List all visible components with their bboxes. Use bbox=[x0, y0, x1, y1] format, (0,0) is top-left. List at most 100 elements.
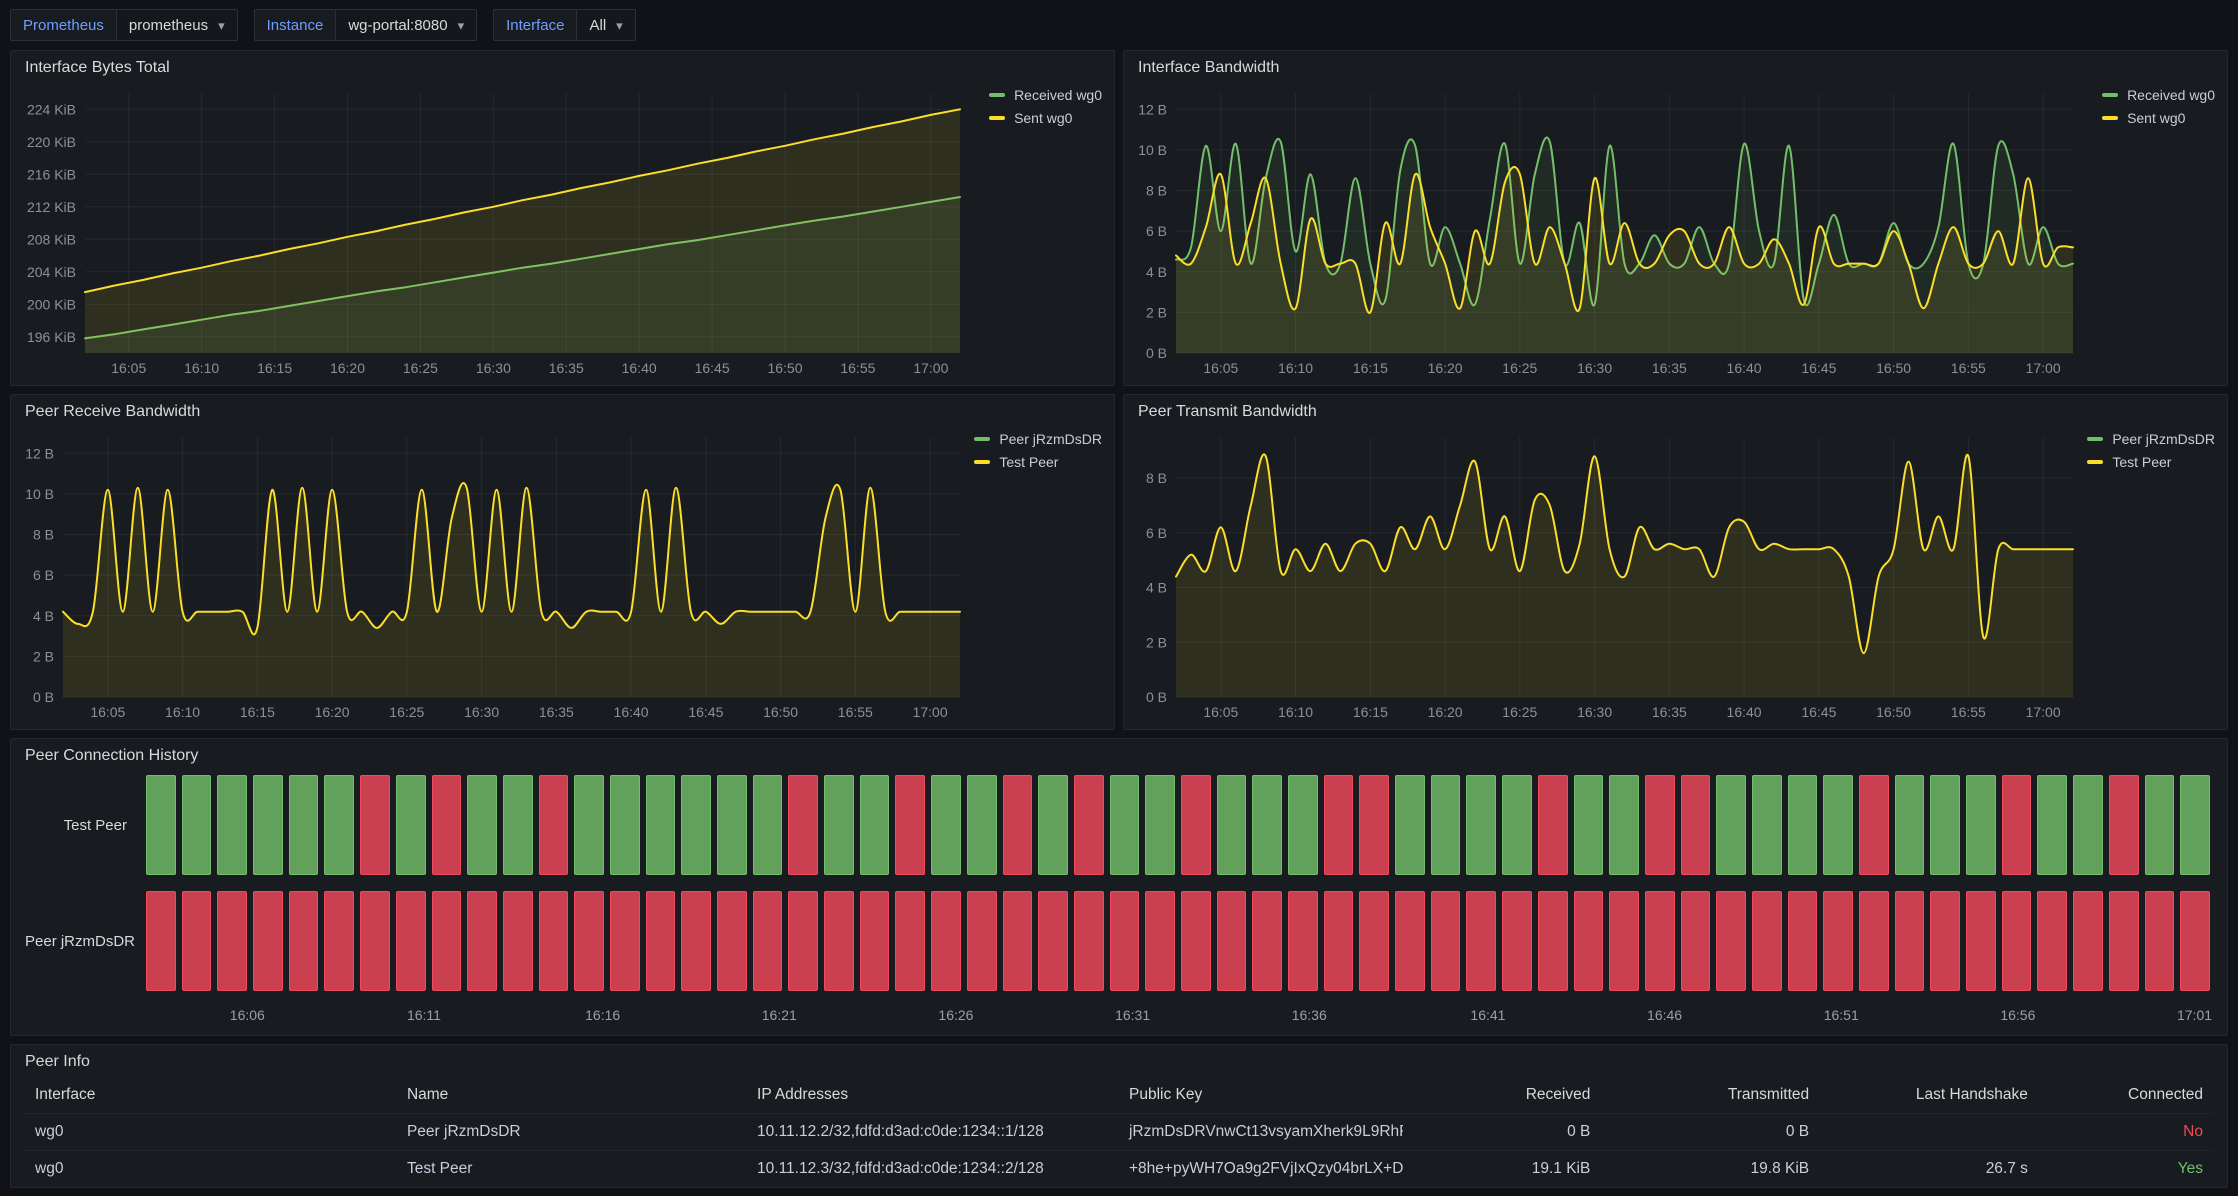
column-header-public-key[interactable]: Public Key bbox=[1119, 1077, 1403, 1114]
legend-item-test-peer[interactable]: Test Peer bbox=[2087, 454, 2215, 470]
state-down-bar bbox=[2037, 891, 2067, 991]
timeline-row: Test Peer bbox=[25, 775, 2213, 875]
column-header-name[interactable]: Name bbox=[397, 1077, 747, 1114]
y-axis-tick-label: 8 B bbox=[1146, 183, 1167, 199]
chevron-down-icon: ▾ bbox=[458, 19, 465, 32]
state-up-bar bbox=[146, 775, 176, 875]
panel-title[interactable]: Peer Info bbox=[11, 1045, 2227, 1075]
chart-svg: 196 KiB200 KiB204 KiB208 KiB212 KiB216 K… bbox=[17, 83, 964, 381]
x-axis-tick-label: 16:55 bbox=[838, 704, 873, 720]
state-down-bar bbox=[1074, 891, 1104, 991]
chart-plot-area[interactable]: 0 B2 B4 B6 B8 B16:0516:1016:1516:2016:25… bbox=[1130, 427, 2077, 725]
state-up-bar bbox=[753, 775, 783, 875]
x-axis-tick-label: 16:45 bbox=[695, 360, 730, 376]
cell-transmitted: 0 B bbox=[1600, 1114, 1819, 1151]
timeline-axis-tick: 16:46 bbox=[1647, 1007, 1682, 1023]
x-axis-tick-label: 16:30 bbox=[476, 360, 511, 376]
x-axis-tick-label: 16:40 bbox=[1727, 360, 1762, 376]
panel-title[interactable]: Peer Connection History bbox=[11, 739, 2227, 769]
legend-item-test-peer[interactable]: Test Peer bbox=[974, 454, 1102, 470]
state-down-bar bbox=[574, 891, 604, 991]
state-timeline[interactable]: Test PeerPeer jRzmDsDR 16:0616:1116:1616… bbox=[11, 769, 2227, 1027]
chart-legend: Received wg0 Sent wg0 bbox=[989, 87, 1102, 126]
column-header-ip-addresses[interactable]: IP Addresses bbox=[747, 1077, 1119, 1114]
state-up-bar bbox=[2145, 775, 2175, 875]
state-down-bar bbox=[324, 891, 354, 991]
state-up-bar bbox=[1038, 775, 1068, 875]
chart-svg: 0 B2 B4 B6 B8 B10 B12 B16:0516:1016:1516… bbox=[1130, 83, 2077, 381]
state-up-bar bbox=[824, 775, 854, 875]
var-prometheus-datasource: Prometheus prometheus ▾ bbox=[10, 9, 238, 41]
panel-title[interactable]: Interface Bandwidth bbox=[1124, 51, 2227, 81]
x-axis-tick-label: 16:50 bbox=[1876, 360, 1911, 376]
x-axis-tick-label: 16:55 bbox=[1951, 360, 1986, 376]
legend-item-received-wg0[interactable]: Received wg0 bbox=[989, 87, 1102, 103]
x-axis-tick-label: 16:10 bbox=[1278, 704, 1313, 720]
panel-title[interactable]: Peer Receive Bandwidth bbox=[11, 395, 1114, 425]
state-up-bar bbox=[1609, 775, 1639, 875]
state-down-bar bbox=[2180, 891, 2210, 991]
state-down-bar bbox=[1252, 891, 1282, 991]
chart-svg: 0 B2 B4 B6 B8 B10 B12 B16:0516:1016:1516… bbox=[17, 427, 964, 725]
panel-title[interactable]: Interface Bytes Total bbox=[11, 51, 1114, 81]
state-down-bar bbox=[1181, 891, 1211, 991]
legend-item-peer-jrzmdsdr[interactable]: Peer jRzmDsDR bbox=[974, 431, 1102, 447]
legend-item-sent-wg0[interactable]: Sent wg0 bbox=[2102, 110, 2215, 126]
x-axis-tick-label: 16:05 bbox=[1203, 704, 1238, 720]
var-value-dropdown[interactable]: wg-portal:8080 ▾ bbox=[335, 9, 477, 41]
chart-plot-area[interactable]: 196 KiB200 KiB204 KiB208 KiB212 KiB216 K… bbox=[17, 83, 964, 381]
state-down-bar bbox=[539, 775, 569, 875]
x-axis-tick-label: 17:00 bbox=[2026, 704, 2061, 720]
x-axis-tick-label: 16:20 bbox=[1428, 704, 1463, 720]
column-header-transmitted[interactable]: Transmitted bbox=[1600, 1077, 1819, 1114]
state-down-bar bbox=[432, 891, 462, 991]
state-down-bar bbox=[788, 775, 818, 875]
legend-item-peer-jrzmdsdr[interactable]: Peer jRzmDsDR bbox=[2087, 431, 2215, 447]
state-down-bar bbox=[2109, 775, 2139, 875]
y-axis-tick-label: 4 B bbox=[33, 608, 54, 624]
grafana-dashboard: Prometheus prometheus ▾ Instance wg-port… bbox=[0, 0, 2238, 1196]
chart-plot-area[interactable]: 0 B2 B4 B6 B8 B10 B12 B16:0516:1016:1516… bbox=[1130, 83, 2077, 381]
state-down-bar bbox=[253, 891, 283, 991]
legend-swatch-icon bbox=[989, 116, 1005, 120]
peer-info-table-wrap: InterfaceNameIP AddressesPublic KeyRecei… bbox=[11, 1075, 2227, 1187]
state-down-bar bbox=[1324, 891, 1354, 991]
x-axis-tick-label: 16:30 bbox=[1577, 360, 1612, 376]
column-header-received[interactable]: Received bbox=[1403, 1077, 1600, 1114]
cell-last-handshake bbox=[1819, 1114, 2038, 1151]
state-down-bar bbox=[1859, 775, 1889, 875]
panel-interface-bandwidth: Interface Bandwidth Received wg0 Sent wg0… bbox=[1123, 50, 2228, 386]
state-down-bar bbox=[289, 891, 319, 991]
timeline-row: Peer jRzmDsDR bbox=[25, 891, 2213, 991]
x-axis-tick-label: 16:10 bbox=[165, 704, 200, 720]
y-axis-tick-label: 10 B bbox=[25, 486, 54, 502]
var-selected-value: All bbox=[589, 17, 606, 34]
x-axis-tick-label: 16:35 bbox=[1652, 360, 1687, 376]
column-header-interface[interactable]: Interface bbox=[25, 1077, 397, 1114]
panel-title[interactable]: Peer Transmit Bandwidth bbox=[1124, 395, 2227, 425]
state-down-bar bbox=[610, 891, 640, 991]
state-down-bar bbox=[1359, 891, 1389, 991]
y-axis-tick-label: 2 B bbox=[33, 648, 54, 664]
y-axis-tick-label: 216 KiB bbox=[27, 166, 76, 182]
chevron-down-icon: ▾ bbox=[218, 19, 225, 32]
state-down-bar bbox=[681, 891, 711, 991]
x-axis-tick-label: 16:55 bbox=[840, 360, 875, 376]
x-axis-tick-label: 16:20 bbox=[330, 360, 365, 376]
var-instance: Instance wg-portal:8080 ▾ bbox=[254, 9, 477, 41]
legend-item-received-wg0[interactable]: Received wg0 bbox=[2102, 87, 2215, 103]
var-value-dropdown[interactable]: All ▾ bbox=[576, 9, 635, 41]
state-up-bar bbox=[860, 775, 890, 875]
column-header-last-handshake[interactable]: Last Handshake bbox=[1819, 1077, 2038, 1114]
state-up-bar bbox=[1110, 775, 1140, 875]
column-header-connected[interactable]: Connected bbox=[2038, 1077, 2213, 1114]
x-axis-tick-label: 16:45 bbox=[1801, 360, 1836, 376]
state-down-bar bbox=[931, 891, 961, 991]
x-axis-tick-label: 17:00 bbox=[913, 704, 948, 720]
var-value-dropdown[interactable]: prometheus ▾ bbox=[116, 9, 238, 41]
state-up-bar bbox=[182, 775, 212, 875]
chart-plot-area[interactable]: 0 B2 B4 B6 B8 B10 B12 B16:0516:1016:1516… bbox=[17, 427, 964, 725]
timeline-row-label: Peer jRzmDsDR bbox=[25, 933, 143, 950]
state-down-bar bbox=[1038, 891, 1068, 991]
legend-item-sent-wg0[interactable]: Sent wg0 bbox=[989, 110, 1102, 126]
